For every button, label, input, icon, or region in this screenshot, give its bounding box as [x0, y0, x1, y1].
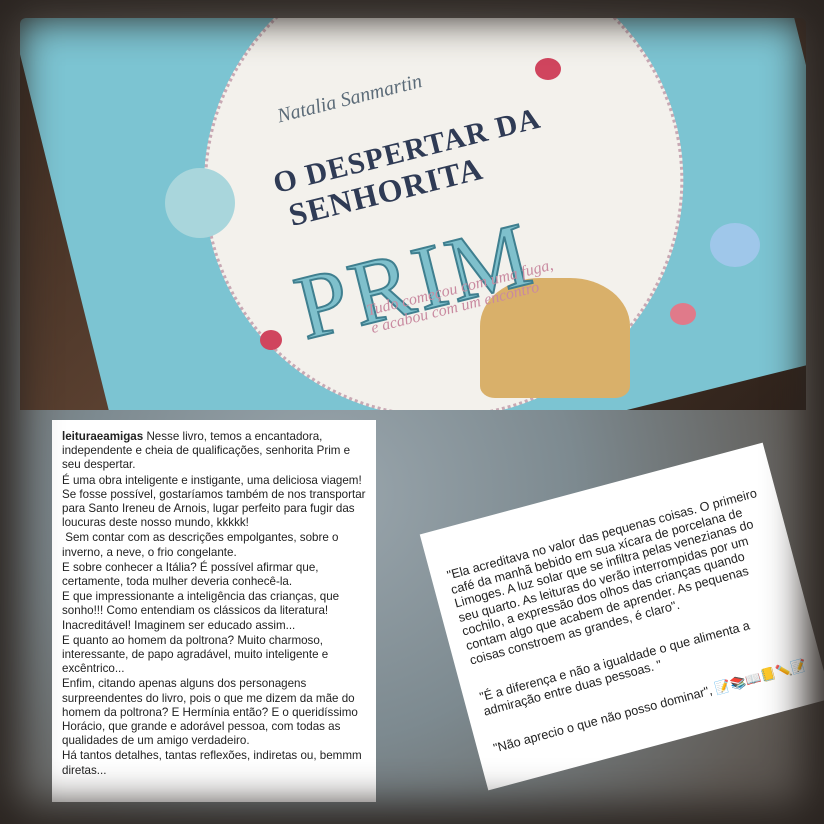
- quotes-card: "Ela acreditava no valor das pequenas co…: [419, 442, 824, 791]
- review-card: leituraeamigas Nesse livro, temos a enca…: [52, 420, 376, 802]
- review-paragraph: Há tantos detalhes, tantas reflexões, in…: [62, 749, 362, 777]
- review-paragraph: Sem contar com as descrições empolgantes…: [62, 531, 342, 559]
- rose-decoration: [670, 303, 696, 325]
- book-cover-photo: Natalia Sanmartin O DESPERTAR DA SENHORI…: [20, 18, 806, 410]
- review-username[interactable]: leituraeamigas: [62, 430, 143, 443]
- cover-oval-frame: [153, 18, 734, 410]
- rose-decoration: [260, 330, 282, 350]
- teapot-decoration: [165, 168, 235, 238]
- review-paragraph: leituraeamigas Nesse livro, temos a enca…: [62, 430, 351, 472]
- review-paragraph: E que impressionante a inteligência das …: [62, 590, 340, 632]
- review-paragraph: É uma obra inteligente e instigante, uma…: [62, 473, 366, 530]
- review-paragraph: E sobre conhecer a Itália? É possível af…: [62, 560, 319, 589]
- review-paragraph: E quanto ao homem da poltrona? Muito cha…: [62, 633, 329, 676]
- blue-rose-decoration: [710, 223, 760, 267]
- rose-decoration: [535, 58, 561, 80]
- review-paragraph: Enfim, citando apenas alguns dos persona…: [62, 677, 358, 748]
